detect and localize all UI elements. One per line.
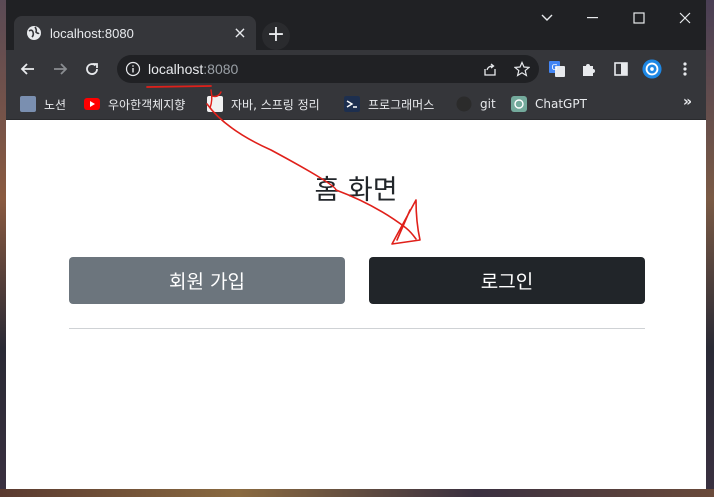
tab-search-button[interactable] — [524, 0, 570, 36]
bookmarks-overflow-button[interactable]: » — [683, 94, 692, 110]
bookmark-java-spring[interactable]: 자바, 스프링 정리 — [207, 92, 320, 116]
avatar — [642, 59, 662, 79]
bookmark-label: ChatGPT — [535, 97, 587, 111]
side-panel-icon — [614, 62, 628, 76]
browser-toolbar: localhost:8080 G — [6, 50, 706, 88]
new-tab-button[interactable]: + — [262, 22, 290, 50]
notion-icon — [20, 96, 36, 112]
google-translate-icon: G — [549, 61, 565, 77]
divider — [69, 328, 645, 329]
forward-button[interactable] — [48, 57, 72, 81]
bookmark-git[interactable]: git — [456, 92, 496, 116]
puzzle-icon — [583, 64, 595, 76]
arrow-left-icon — [20, 63, 34, 75]
tab-localhost[interactable]: localhost:8080 × — [14, 16, 256, 50]
maximize-button[interactable] — [616, 0, 662, 36]
back-button[interactable] — [16, 57, 40, 81]
desktop-background-bottom — [0, 489, 714, 497]
minimize-button[interactable] — [570, 0, 616, 36]
chatgpt-icon — [511, 96, 527, 112]
signup-button[interactable]: 회원 가입 — [69, 257, 345, 304]
close-icon — [679, 12, 691, 24]
tab-title: localhost:8080 — [50, 25, 134, 41]
minimize-icon — [587, 17, 598, 19]
side-panel-button[interactable] — [611, 59, 631, 79]
bookmark-label: 프로그래머스 — [368, 97, 435, 112]
info-icon[interactable] — [125, 61, 141, 77]
close-window-button[interactable] — [662, 0, 706, 36]
reload-icon — [86, 63, 98, 75]
chevron-down-icon — [541, 14, 553, 21]
page-icon — [207, 96, 223, 112]
browser-window: localhost:8080 × + localhost:8080 G 노션 우… — [6, 0, 706, 489]
bookmark-label: git — [480, 97, 496, 111]
svg-text:G: G — [552, 63, 558, 72]
tab-strip: localhost:8080 × + — [6, 0, 706, 50]
bookmark-label: 자바, 스프링 정리 — [231, 97, 320, 112]
bookmarks-bar: 노션 우아한객체지향 자바, 스프링 정리 프로그래머스 git ChatGPT… — [6, 88, 706, 120]
login-button[interactable]: 로그인 — [369, 257, 645, 304]
address-host: localhost — [148, 61, 204, 77]
star-icon — [514, 61, 530, 77]
page-title: 홈 화면 — [314, 175, 398, 206]
extensions-button[interactable] — [579, 59, 599, 79]
bookmark-notion[interactable]: 노션 — [20, 92, 66, 116]
share-button[interactable] — [481, 60, 499, 78]
bookmark-chatgpt[interactable]: ChatGPT — [511, 92, 587, 116]
profile-button[interactable] — [642, 59, 662, 79]
bookmark-label: 노션 — [44, 97, 67, 112]
bookmark-label: 우아한객체지향 — [108, 97, 186, 112]
share-icon — [484, 63, 496, 76]
bookmark-programmers[interactable]: 프로그래머스 — [344, 92, 434, 116]
address-url: localhost:8080 — [148, 61, 238, 77]
bookmark-woowa[interactable]: 우아한객체지향 — [84, 92, 185, 116]
globe-icon — [27, 26, 41, 40]
programmers-icon — [344, 96, 360, 112]
translate-extension[interactable]: G — [547, 59, 567, 79]
bookmark-star-button[interactable] — [513, 60, 531, 78]
more-vert-icon — [683, 62, 687, 76]
tab-close-icon[interactable]: × — [232, 25, 248, 41]
maximize-icon — [633, 12, 645, 24]
youtube-icon — [84, 98, 100, 110]
arrow-right-icon — [54, 63, 68, 75]
chrome-menu-button[interactable] — [675, 59, 695, 79]
reload-button[interactable] — [80, 57, 104, 81]
address-port: :8080 — [203, 61, 239, 77]
desktop-background-right — [706, 0, 714, 497]
address-bar[interactable]: localhost:8080 — [117, 55, 539, 83]
page-content: 홈 화면 회원 가입 로그인 — [6, 120, 706, 489]
github-icon — [456, 96, 472, 112]
